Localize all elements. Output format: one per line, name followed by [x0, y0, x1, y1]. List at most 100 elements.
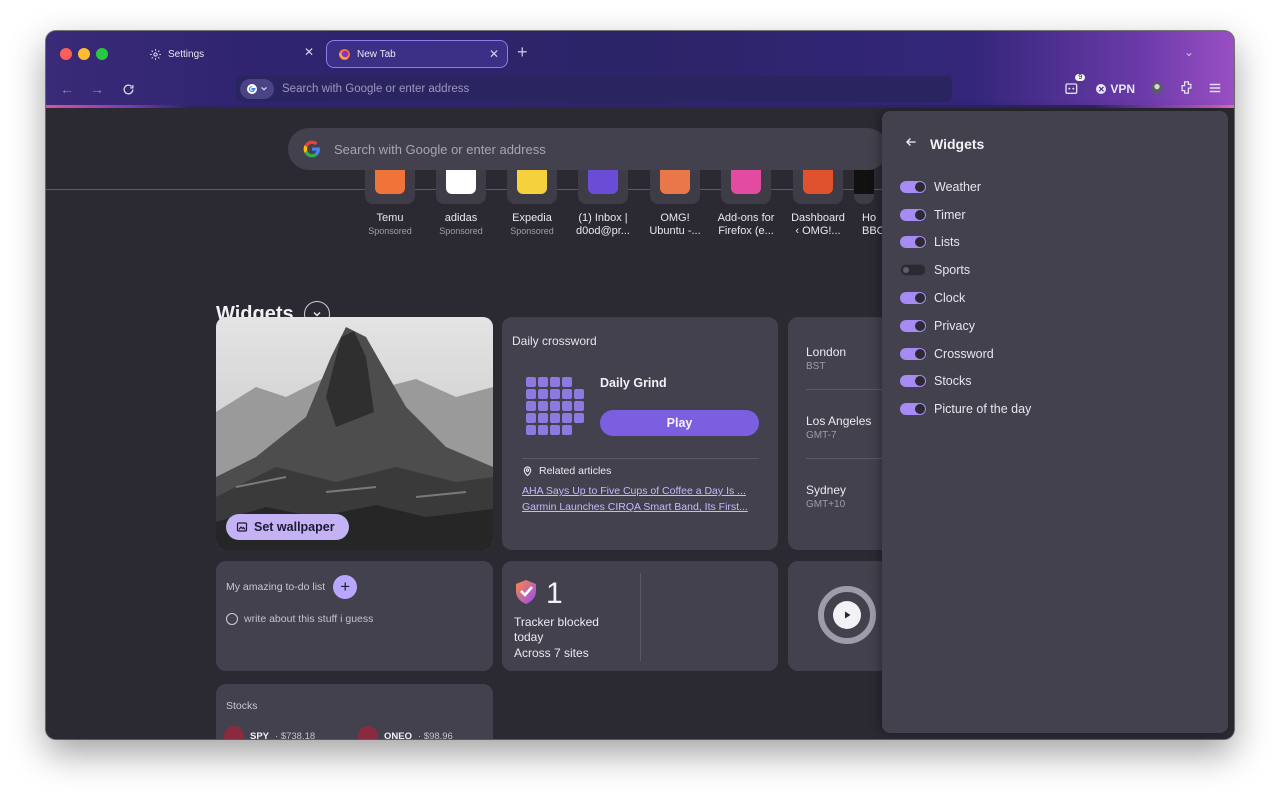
toolbar-right: 9 ✕ VPN: [1064, 74, 1222, 100]
tab-settings[interactable]: Settings: [138, 40, 318, 68]
toggle-row-clock[interactable]: Clock: [900, 284, 1031, 312]
vpn-button[interactable]: ✕ VPN: [1096, 82, 1135, 96]
extension-badge-button[interactable]: 9: [1064, 74, 1086, 98]
close-tab-icon[interactable]: ✕: [304, 45, 314, 59]
image-icon: [236, 522, 248, 532]
shortcut-tile[interactable]: Add-ons for Firefox (e...: [711, 170, 781, 238]
new-tab-plus-icon[interactable]: +: [517, 42, 528, 63]
sports-toggle[interactable]: [900, 264, 926, 277]
toggle-row-privacy[interactable]: Privacy: [900, 312, 1031, 340]
toggle-row-picture-of-the-day[interactable]: Picture of the day: [900, 395, 1031, 423]
stocks-title: Stocks: [226, 700, 258, 712]
hamburger-menu-icon[interactable]: [1208, 81, 1222, 98]
shortcut-tile[interactable]: Temu Sponsored: [355, 170, 425, 236]
timer-toggle[interactable]: [900, 208, 926, 221]
set-wallpaper-button[interactable]: Set wallpaper: [226, 514, 349, 540]
url-input-placeholder[interactable]: Search with Google or enter address: [282, 83, 469, 95]
add-task-button[interactable]: +: [333, 575, 358, 599]
tab-label: New Tab: [357, 48, 396, 60]
stock-logo-icon: [358, 726, 378, 739]
toggle-row-lists[interactable]: Lists: [900, 229, 1031, 257]
related-articles-heading: Related articles: [522, 465, 611, 477]
extensions-icon[interactable]: [1179, 80, 1194, 98]
vpn-label: VPN: [1110, 82, 1135, 96]
shortcut-tile[interactable]: Expedia Sponsored: [497, 170, 567, 236]
clock-row: London BST: [806, 345, 847, 372]
url-bar[interactable]: Search with Google or enter address: [236, 76, 952, 102]
shortcut-tile[interactable]: Dashboard ‹ OMG!...: [783, 170, 853, 238]
browser-window: Settings ✕ New Tab ✕ + ⌄ ← → Search with…: [46, 31, 1234, 739]
reload-icon[interactable]: [119, 80, 137, 98]
gear-icon: [148, 47, 162, 61]
back-arrow-icon[interactable]: ←: [58, 80, 76, 98]
timer-ring: [818, 586, 876, 644]
forward-arrow-icon[interactable]: →: [88, 80, 106, 98]
firefox-addons-logo-icon: [731, 170, 761, 194]
stock-item[interactable]: ONEQ · $98.96: [358, 726, 453, 739]
proton-mail-logo-icon: [588, 170, 618, 194]
stock-logo-icon: [224, 726, 244, 739]
crossword-grid-icon: [526, 377, 584, 435]
toggle-row-stocks[interactable]: Stocks: [900, 368, 1031, 396]
shortcut-tile[interactable]: OMG! Ubuntu -...: [640, 170, 710, 238]
related-article-link[interactable]: AHA Says Up to Five Cups of Coffee a Day…: [522, 485, 762, 497]
minimize-window-button[interactable]: [78, 48, 90, 60]
google-icon: [247, 84, 257, 94]
badge-count: 9: [1075, 74, 1086, 81]
todo-list-title[interactable]: My amazing to-do list: [226, 581, 325, 593]
zoom-window-button[interactable]: [96, 48, 108, 60]
timer-play-button[interactable]: [833, 601, 861, 629]
play-button[interactable]: Play: [600, 410, 759, 436]
close-tab-icon[interactable]: ✕: [489, 47, 499, 61]
shortcut-tile[interactable]: (1) Inbox | d0od@pr...: [568, 170, 638, 238]
stock-item[interactable]: SPY · $738.18: [224, 726, 315, 739]
privacy-card: 1 Tracker blocked today Across 7 sites: [502, 561, 778, 671]
newtab-search-input[interactable]: Search with Google or enter address: [288, 128, 888, 170]
stocks-toggle[interactable]: [900, 375, 926, 388]
close-window-button[interactable]: [60, 48, 72, 60]
profile-avatar-icon[interactable]: [1149, 80, 1165, 99]
task-checkbox[interactable]: [226, 613, 238, 625]
divider: [640, 573, 641, 661]
crossword-toggle[interactable]: [900, 347, 926, 360]
toggle-row-timer[interactable]: Timer: [900, 201, 1031, 229]
trackers-blocked-count: 1: [546, 577, 563, 610]
tab-label: Settings: [168, 48, 205, 60]
toggle-row-weather[interactable]: Weather: [900, 173, 1031, 201]
stocks-card: Stocks SPY · $738.18 ONEQ · $98.96: [216, 684, 493, 739]
picture-of-the-day-toggle[interactable]: [900, 403, 926, 416]
bbc-logo-icon: [854, 170, 874, 194]
crossword-title: Daily crossword: [512, 334, 597, 348]
play-icon: [845, 611, 851, 619]
todo-list-card: My amazing to-do list + write about this…: [216, 561, 493, 671]
vpn-off-icon: ✕: [1096, 84, 1107, 94]
widget-toggle-list: Weather Timer Lists Sports Clock Privacy: [900, 173, 1031, 423]
tab-new-tab[interactable]: New Tab ✕: [326, 40, 508, 68]
shortcut-tile[interactable]: Ho BBC: [854, 170, 882, 238]
shortcut-tile[interactable]: adidas Sponsored: [426, 170, 496, 236]
shield-check-icon: [516, 580, 536, 604]
privacy-toggle[interactable]: [900, 319, 926, 332]
firefox-icon: [337, 47, 351, 61]
toggle-row-sports[interactable]: Sports: [900, 256, 1031, 284]
toggle-row-crossword[interactable]: Crossword: [900, 340, 1031, 368]
google-logo-icon: [303, 140, 320, 158]
chevron-down-icon[interactable]: ⌄: [1184, 45, 1194, 59]
divider: [522, 458, 759, 459]
clock-row: Sydney GMT+10: [806, 483, 847, 510]
clock-toggle[interactable]: [900, 292, 926, 305]
crossword-name: Daily Grind: [600, 376, 667, 390]
chevron-down-icon: [261, 86, 267, 91]
lists-toggle[interactable]: [900, 236, 926, 249]
omg-dashboard-logo-icon: [803, 170, 833, 194]
extension-puzzle-icon: [1065, 83, 1078, 94]
adidas-logo-icon: [446, 170, 476, 194]
search-engine-selector[interactable]: [240, 79, 274, 99]
widgets-settings-panel: Widgets Weather Timer Lists Sports Clock: [882, 111, 1228, 733]
related-article-link[interactable]: Garmin Launches CIRQA Smart Band, Its Fi…: [522, 501, 762, 513]
back-arrow-icon[interactable]: [904, 135, 918, 152]
weather-toggle[interactable]: [900, 180, 926, 193]
panel-title: Widgets: [930, 135, 985, 152]
browser-chrome: Settings ✕ New Tab ✕ + ⌄ ← → Search with…: [46, 31, 1234, 108]
location-pin-icon: [523, 465, 532, 476]
